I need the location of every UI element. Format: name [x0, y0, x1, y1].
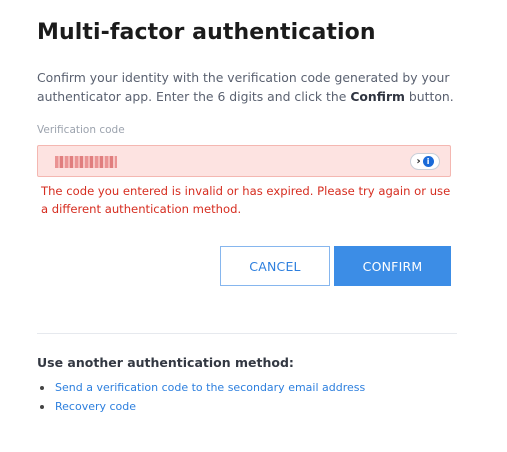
verification-code-label: Verification code: [37, 124, 125, 136]
recovery-code-link[interactable]: Recovery code: [55, 400, 136, 413]
instructions-text: Confirm your identity with the verificat…: [37, 68, 457, 106]
password-manager-logo-icon: i: [422, 156, 434, 167]
verification-code-value-redacted: [55, 156, 117, 168]
send-secondary-email-code-link[interactable]: Send a verification code to the secondar…: [55, 381, 365, 394]
bullet-icon: [40, 386, 44, 390]
cancel-button[interactable]: CANCEL: [220, 246, 330, 286]
bullet-icon: [40, 405, 44, 409]
error-message: The code you entered is invalid or has e…: [41, 184, 451, 216]
list-item: Send a verification code to the secondar…: [37, 378, 365, 397]
instructions-post: button.: [404, 89, 454, 104]
chevron-right-icon: ›: [416, 155, 421, 167]
page-title: Multi-factor authentication: [37, 20, 376, 45]
confirm-button[interactable]: CONFIRM: [334, 246, 451, 286]
password-manager-icon[interactable]: › i: [410, 153, 440, 170]
list-item: Recovery code: [37, 397, 365, 416]
alternative-methods-list: Send a verification code to the secondar…: [37, 378, 365, 416]
alternative-methods-heading: Use another authentication method:: [37, 355, 294, 370]
instructions-bold: Confirm: [350, 89, 405, 104]
section-divider: [37, 333, 457, 334]
verification-code-input[interactable]: › i: [37, 145, 451, 177]
